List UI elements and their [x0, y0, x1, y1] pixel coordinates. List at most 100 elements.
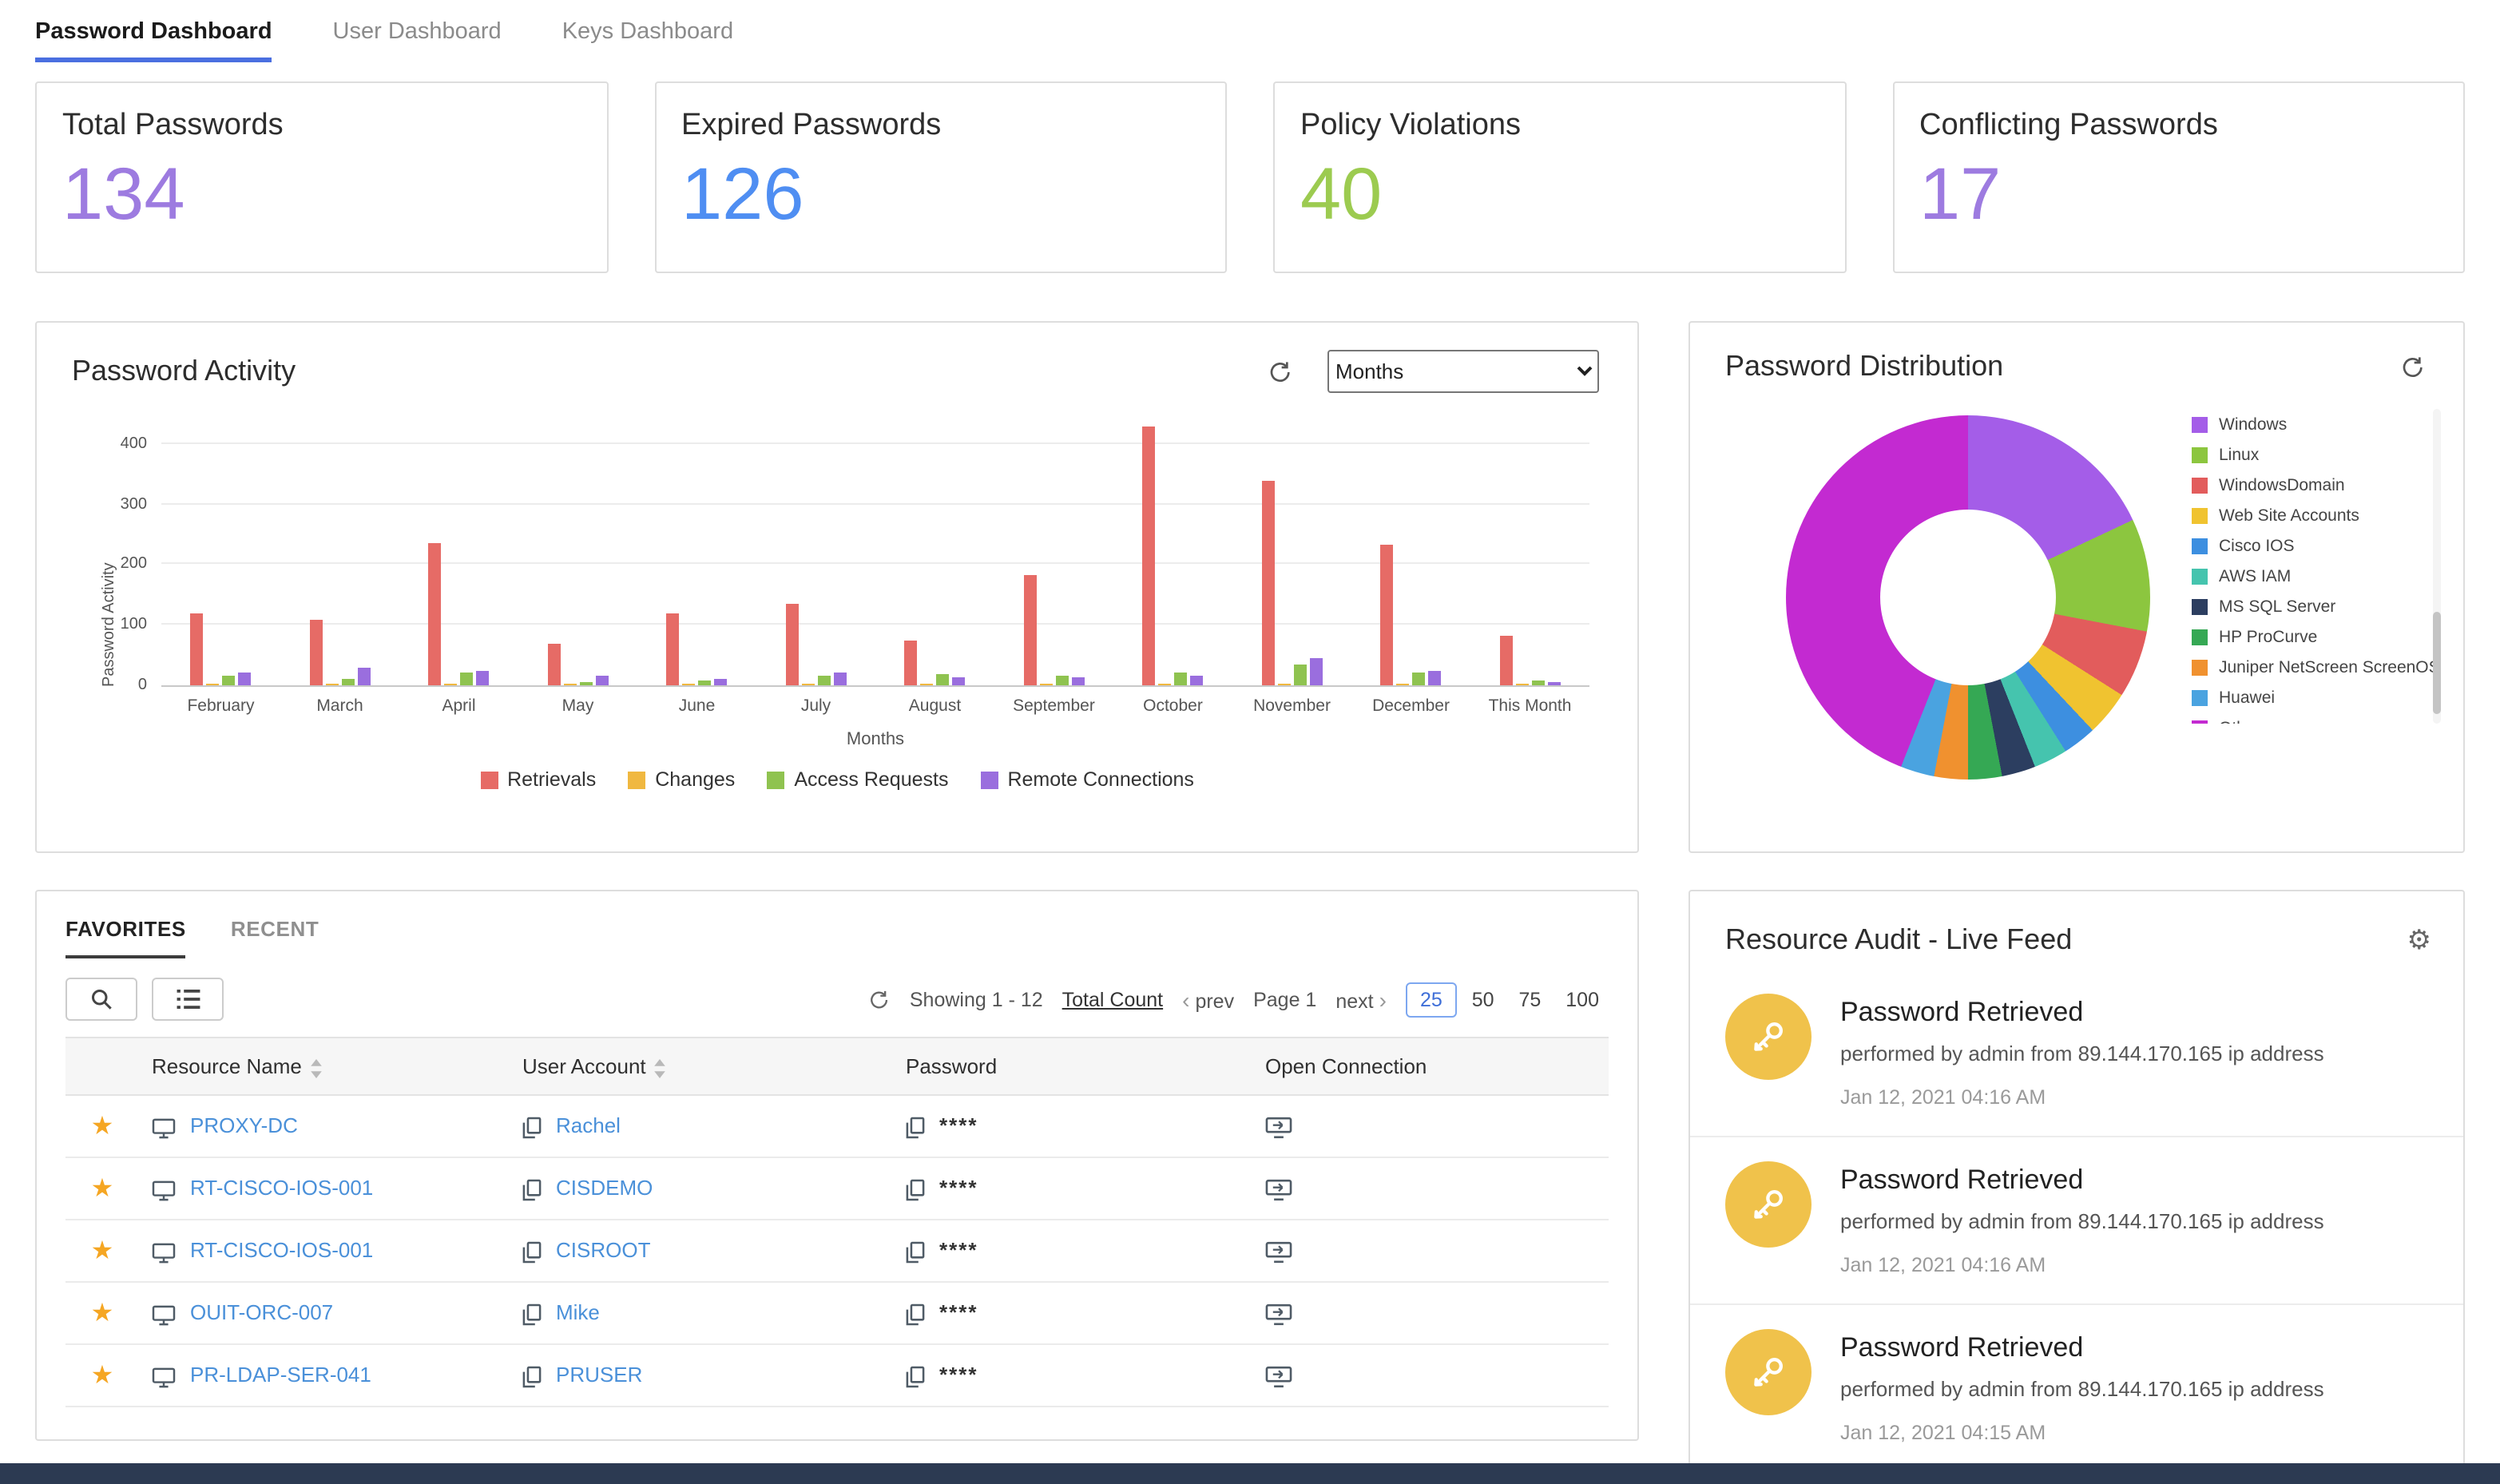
copy-icon[interactable] — [906, 1241, 925, 1264]
favorite-star-icon[interactable]: ★ — [91, 1176, 114, 1203]
stat-card-conflicting-passwords: Conflicting Passwords 17 — [1892, 81, 2465, 273]
stat-value[interactable]: 126 — [681, 157, 1200, 230]
bar-group-october — [1113, 426, 1232, 685]
resources-table: Resource Name User Account Password Open Co… — [65, 1037, 1609, 1407]
bar-retrievals — [1142, 426, 1156, 685]
copy-icon[interactable] — [522, 1303, 542, 1326]
account-link[interactable]: CISDEMO — [556, 1176, 653, 1200]
bar-remote-connections — [952, 677, 966, 685]
feed-title: Password Retrieved — [1840, 1165, 2084, 1195]
bar-remote-connections — [833, 672, 847, 685]
legend-swatch — [2192, 629, 2208, 645]
legend-swatch — [2192, 659, 2208, 675]
column-header-user-account[interactable]: User Account — [510, 1037, 893, 1096]
bar-retrievals — [1023, 574, 1037, 685]
next-page-button[interactable]: next › — [1335, 986, 1387, 1012]
tab-password-dashboard[interactable]: Password Dashboard — [35, 19, 272, 62]
page-size-75[interactable]: 75 — [1510, 983, 1551, 1015]
feed-title: Password Retrieved — [1840, 997, 2084, 1027]
page-size-100[interactable]: 100 — [1556, 983, 1609, 1015]
open-connection-icon[interactable] — [1265, 1179, 1292, 1201]
copy-icon[interactable] — [906, 1303, 925, 1326]
resource-link[interactable]: RT-CISCO-IOS-001 — [190, 1176, 373, 1200]
legend-item-windowsdomain: WindowsDomain — [2192, 470, 2422, 500]
bar-retrievals — [1499, 635, 1513, 685]
sort-icon[interactable] — [310, 1058, 323, 1078]
bar-retrievals — [904, 641, 918, 685]
legend-item-hp-procurve: HP ProCurve — [2192, 621, 2422, 652]
open-connection-icon[interactable] — [1265, 1303, 1292, 1326]
x-axis-tick-labels: February March April May June July August Septe… — [161, 696, 1589, 716]
refresh-icon[interactable] — [868, 988, 891, 1010]
search-button[interactable] — [65, 978, 137, 1021]
stat-value[interactable]: 40 — [1300, 157, 1819, 230]
key-icon — [1754, 1358, 1783, 1387]
resource-link[interactable]: OUIT-ORC-007 — [190, 1301, 333, 1325]
legend-scrollbar[interactable] — [2433, 612, 2441, 714]
bar-group-december — [1351, 545, 1470, 685]
resource-link[interactable]: RT-CISCO-IOS-001 — [190, 1239, 373, 1263]
favorite-star-icon[interactable]: ★ — [91, 1113, 114, 1141]
feed-description: performed by admin from 89.144.170.165 i… — [1840, 1209, 2324, 1233]
period-select[interactable]: Months — [1327, 350, 1599, 393]
bar-retrievals — [1261, 480, 1275, 685]
list-view-button[interactable] — [152, 978, 224, 1021]
legend-label: Linux — [2219, 445, 2260, 464]
bar-remote-connections — [714, 679, 728, 685]
open-connection-icon[interactable] — [1265, 1117, 1292, 1139]
page: Password Dashboard User Dashboard Keys Das… — [0, 0, 2500, 1484]
refresh-icon — [871, 990, 888, 1008]
favorite-star-icon[interactable]: ★ — [91, 1300, 114, 1327]
account-link[interactable]: PRUSER — [556, 1363, 642, 1387]
bar-group-june — [637, 613, 756, 685]
copy-icon[interactable] — [522, 1179, 542, 1201]
legend-swatch — [2192, 538, 2208, 554]
stat-value[interactable]: 134 — [62, 157, 581, 230]
prev-page-button[interactable]: ‹ prev — [1182, 986, 1234, 1012]
legend-item-aws-iam: AWS IAM — [2192, 561, 2422, 591]
password-activity-panel: Password Activity Months Password Activi… — [35, 321, 1639, 853]
tab-favorites[interactable]: FAVORITES — [65, 917, 186, 958]
copy-icon[interactable] — [906, 1366, 925, 1388]
favorite-star-icon[interactable]: ★ — [91, 1363, 114, 1390]
copy-icon[interactable] — [906, 1179, 925, 1201]
resource-list-tabs: FAVORITES RECENT — [37, 891, 1637, 958]
total-count-link[interactable]: Total Count — [1062, 988, 1163, 1010]
account-link[interactable]: Rachel — [556, 1113, 621, 1137]
resource-link[interactable]: PROXY-DC — [190, 1114, 298, 1138]
copy-icon[interactable] — [906, 1117, 925, 1139]
legend-label: WindowsDomain — [2219, 475, 2345, 494]
copy-icon[interactable] — [522, 1117, 542, 1139]
page-size-25[interactable]: 25 — [1405, 982, 1457, 1017]
open-connection-icon[interactable] — [1265, 1366, 1292, 1388]
stat-value[interactable]: 17 — [1919, 157, 2438, 230]
account-link[interactable]: Mike — [556, 1300, 600, 1324]
star-column-header — [65, 1037, 139, 1096]
chart-legend: Retrievals Changes Access Requests Remot… — [37, 768, 1637, 791]
copy-icon[interactable] — [522, 1366, 542, 1388]
open-connection-icon[interactable] — [1265, 1241, 1292, 1264]
bar-changes — [206, 683, 220, 685]
favorite-star-icon[interactable]: ★ — [91, 1238, 114, 1265]
column-header-resource-name[interactable]: Resource Name — [139, 1037, 510, 1096]
sort-icon[interactable] — [654, 1058, 667, 1078]
bar-changes — [325, 683, 339, 685]
legend-item-web-site-accounts: Web Site Accounts — [2192, 500, 2422, 530]
tab-keys-dashboard[interactable]: Keys Dashboard — [562, 19, 733, 62]
refresh-icon[interactable] — [1267, 359, 1292, 384]
legend-label: Cisco IOS — [2219, 536, 2295, 555]
page-size-50[interactable]: 50 — [1462, 983, 1504, 1015]
tab-user-dashboard[interactable]: User Dashboard — [333, 19, 502, 62]
bar-retrievals — [666, 613, 680, 685]
bar-access-requests — [460, 672, 474, 685]
account-link[interactable]: CISROOT — [556, 1238, 650, 1262]
refresh-icon[interactable] — [2399, 354, 2425, 379]
resource-row: ★ OUIT-ORC-007 Mike **** — [65, 1282, 1609, 1345]
copy-icon[interactable] — [522, 1241, 542, 1264]
key-avatar — [1725, 1161, 1812, 1248]
y-tick-label: 400 — [120, 434, 147, 453]
resource-link[interactable]: PR-LDAP-SER-041 — [190, 1363, 371, 1387]
gear-icon[interactable]: ⚙ — [2407, 927, 2432, 954]
tab-recent[interactable]: RECENT — [231, 917, 319, 958]
x-tick-label: July — [800, 696, 831, 716]
